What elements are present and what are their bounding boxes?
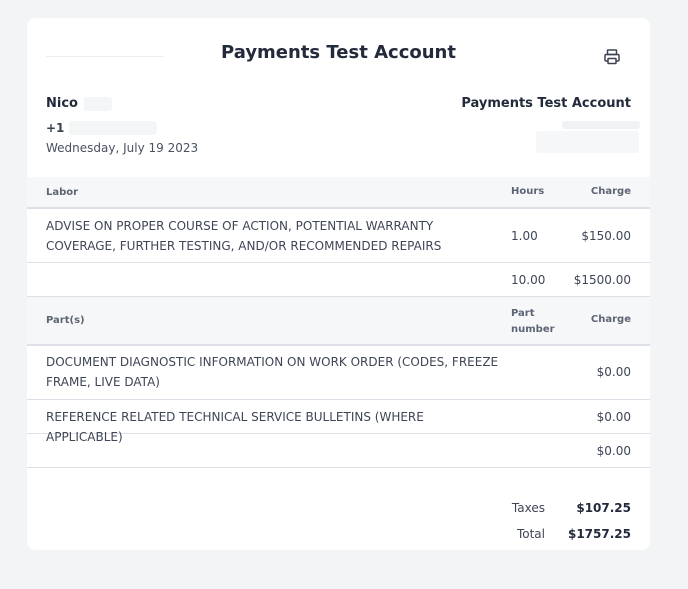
part-charge: $0.00 [596, 365, 631, 379]
page-title: Payments Test Account [221, 42, 456, 63]
total-label: Total [516, 527, 545, 541]
parts-subtotal-row: $0.00 [27, 434, 650, 468]
table-row: REFERENCE RELATED TECHNICAL SERVICE BULL… [27, 400, 650, 444]
total-value: $1757.25 [567, 527, 631, 541]
labor-subtotal-charge: $1500.00 [573, 273, 631, 287]
taxes-value: $107.25 [576, 501, 631, 515]
labor-subtotal-hours: 10.00 [511, 273, 546, 287]
parts-header-charge: Charge [590, 314, 631, 325]
redacted-shop-address-block [536, 131, 639, 153]
labor-charge: $150.00 [581, 229, 631, 243]
labor-hours: 1.00 [511, 229, 538, 243]
redacted-customer-phone [69, 121, 157, 135]
taxes-label: Taxes [511, 501, 545, 515]
table-row: ADVISE ON PROPER COURSE OF ACTION, POTEN… [27, 209, 650, 263]
redacted-shop-address-line [562, 121, 640, 129]
parts-subtotal-charge: $0.00 [596, 444, 631, 458]
invoice-table: Labor Hours Charge ADVISE ON PROPER COUR… [27, 177, 650, 468]
parts-header-label: Part(s) [46, 315, 85, 326]
labor-header-label: Labor [46, 187, 79, 198]
parts-header-part-number: Part number [511, 308, 555, 335]
labor-header-hours: Hours [511, 186, 545, 197]
part-charge: $0.00 [596, 410, 631, 424]
redacted-customer-name [84, 97, 112, 111]
customer-name: Nico [46, 96, 78, 111]
printer-icon[interactable] [602, 47, 622, 67]
shop-name: Payments Test Account [461, 96, 631, 111]
labor-header-row: Labor Hours Charge [27, 177, 650, 209]
table-row: DOCUMENT DIAGNOSTIC INFORMATION ON WORK … [27, 346, 650, 400]
invoice-card: Payments Test Account Nico +1 ( Wednesda… [27, 18, 650, 550]
labor-header-charge: Charge [590, 186, 631, 197]
parts-header-row: Part(s) Part number Charge [27, 297, 650, 346]
labor-description: ADVISE ON PROPER COURSE OF ACTION, POTEN… [46, 219, 442, 253]
labor-subtotal-row: 10.00 $1500.00 [27, 263, 650, 297]
customer-date: Wednesday, July 19 2023 [46, 141, 199, 155]
part-description: DOCUMENT DIAGNOSTIC INFORMATION ON WORK … [46, 355, 499, 389]
